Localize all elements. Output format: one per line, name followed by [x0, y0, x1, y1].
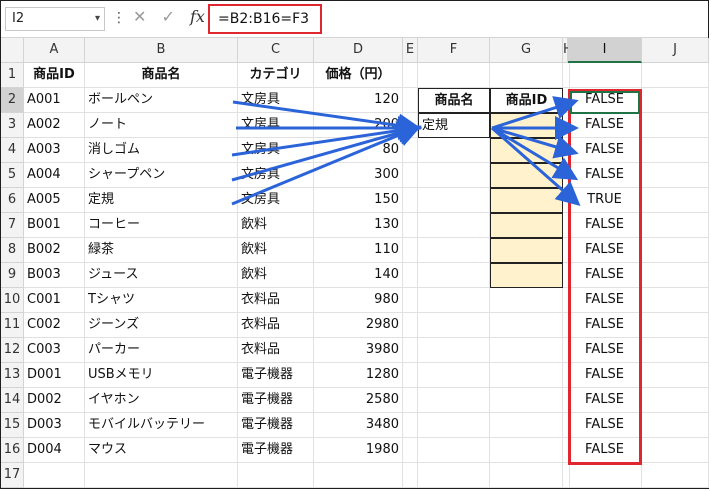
arrow-to-lookup-3: [231, 118, 422, 157]
arrow-to-result-4: [491, 126, 579, 181]
annotation-arrows: [231, 96, 581, 206]
arrow-to-result-1: [491, 96, 579, 130]
arrow-to-lookup-1: [232, 100, 422, 138]
arrow-to-lookup-5: [231, 123, 422, 206]
arrow-to-lookup-4: [231, 121, 422, 182]
